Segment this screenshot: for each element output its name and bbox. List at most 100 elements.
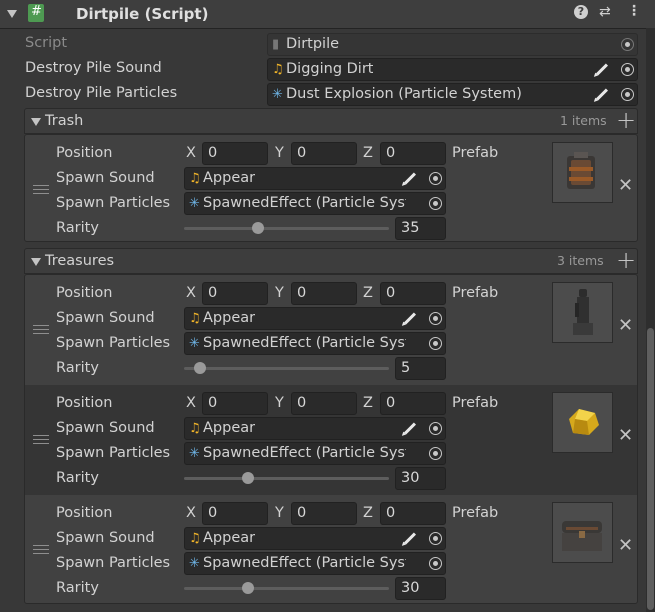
position-z-input[interactable]: 0 — [380, 282, 446, 305]
help-icon[interactable]: ? — [574, 5, 588, 19]
rarity-input[interactable]: 35 — [395, 217, 446, 240]
position-label: Position — [56, 395, 113, 411]
destroy-sound-field[interactable]: ♫ Digging Dirt — [267, 58, 638, 81]
position-y-input[interactable]: 0 — [291, 282, 357, 305]
object-picker-icon[interactable] — [429, 172, 442, 185]
object-picker-icon[interactable] — [429, 532, 442, 545]
spawn-particles-field[interactable]: ✳ SpawnedEffect (Particle System) — [184, 552, 446, 575]
object-picker-icon[interactable] — [429, 422, 442, 435]
position-y-input[interactable]: 0 — [291, 142, 357, 165]
position-x-input[interactable]: 0 — [202, 142, 268, 165]
foldout-arrow-icon[interactable] — [31, 118, 41, 126]
object-picker-icon[interactable] — [429, 447, 442, 460]
script-label: Script — [25, 35, 68, 51]
rarity-slider-thumb[interactable] — [241, 582, 254, 594]
spawn-particles-field[interactable]: ✳ SpawnedEffect (Particle System) — [184, 442, 446, 465]
object-picker-icon[interactable] — [429, 337, 442, 350]
x-label: X — [186, 505, 196, 521]
treasures-list-header[interactable]: Treasures — [24, 248, 638, 274]
position-y-input[interactable]: 0 — [291, 392, 357, 415]
rarity-input[interactable]: 5 — [395, 357, 446, 380]
rarity-slider-thumb[interactable] — [241, 472, 254, 484]
object-picker-icon[interactable] — [429, 557, 442, 570]
add-trash-button[interactable]: + — [616, 108, 636, 132]
spawn-particles-field[interactable]: ✳ SpawnedEffect (Particle System) — [184, 332, 446, 355]
spawn-particles-label: Spawn Particles — [56, 445, 171, 461]
component-title: Dirtpile (Script) — [76, 5, 209, 23]
spawn-particles-label: Spawn Particles — [56, 555, 171, 571]
spawn-sound-field[interactable]: ♫ Appear — [184, 167, 446, 190]
barrel-prefab-icon — [567, 152, 595, 189]
position-label: Position — [56, 505, 113, 521]
object-picker-icon[interactable] — [429, 197, 442, 210]
add-treasure-button[interactable]: + — [616, 248, 636, 272]
spawn-particles-label: Spawn Particles — [56, 335, 171, 351]
foldout-arrow-icon[interactable] — [31, 258, 41, 266]
rarity-input[interactable]: 30 — [395, 577, 446, 600]
rarity-slider-track[interactable] — [184, 587, 389, 590]
remove-element-button[interactable]: ✕ — [618, 537, 633, 555]
drag-handle-icon[interactable] — [33, 545, 49, 554]
spawn-sound-field[interactable]: ♫ Appear — [184, 307, 446, 330]
position-y-input[interactable]: 0 — [291, 502, 357, 525]
particle-system-icon: ✳ — [189, 556, 200, 571]
kebab-menu-icon[interactable]: ⋮ — [627, 3, 641, 19]
rarity-slider-track[interactable] — [184, 367, 389, 370]
edit-pencil-icon[interactable] — [595, 63, 609, 76]
trash-list-header[interactable]: Trash — [24, 108, 638, 134]
spawn-sound-field[interactable]: ♫ Appear — [184, 527, 446, 550]
foldout-arrow-icon[interactable] — [7, 10, 17, 18]
remove-element-button[interactable]: ✕ — [618, 177, 633, 195]
trash-list-title: Trash — [45, 113, 84, 129]
object-picker-icon[interactable] — [621, 88, 634, 101]
rarity-slider-thumb[interactable] — [251, 222, 264, 234]
prefab-preview[interactable] — [552, 502, 613, 563]
edit-pencil-icon[interactable] — [403, 172, 417, 185]
prefab-label: Prefab — [452, 145, 499, 161]
scrollbar-thumb[interactable] — [647, 328, 654, 610]
prefab-preview[interactable] — [552, 282, 613, 343]
object-picker-icon[interactable] — [429, 312, 442, 325]
drag-handle-icon[interactable] — [33, 325, 49, 334]
z-label: Z — [363, 145, 373, 161]
edit-pencil-icon[interactable] — [403, 532, 417, 545]
destroy-particles-value: Dust Explosion (Particle System) — [286, 86, 522, 102]
object-picker-icon[interactable] — [621, 63, 634, 76]
rarity-slider-track[interactable] — [184, 477, 389, 480]
x-label: X — [186, 285, 196, 301]
spawn-sound-field[interactable]: ♫ Appear — [184, 417, 446, 440]
position-x-input[interactable]: 0 — [202, 502, 268, 525]
spawn-particles-field[interactable]: ✳ SpawnedEffect (Particle System) — [184, 192, 446, 215]
position-z-input[interactable]: 0 — [380, 392, 446, 415]
position-z-input[interactable]: 0 — [380, 142, 446, 165]
spawn-sound-label: Spawn Sound — [56, 420, 155, 436]
prefab-preview[interactable] — [552, 392, 613, 453]
position-z-input[interactable]: 0 — [380, 502, 446, 525]
x-label: X — [186, 145, 196, 161]
edit-pencil-icon[interactable] — [595, 88, 609, 101]
particle-system-icon: ✳ — [189, 336, 200, 351]
y-label: Y — [275, 505, 284, 521]
trash-item-count: 1 items — [560, 113, 607, 128]
edit-pencil-icon[interactable] — [403, 422, 417, 435]
position-x-input[interactable]: 0 — [202, 392, 268, 415]
edit-pencil-icon[interactable] — [403, 312, 417, 325]
destroy-particles-field[interactable]: ✳ Dust Explosion (Particle System) — [267, 83, 638, 106]
component-header[interactable]: # Dirtpile (Script) ? ⇄ ⋮ — [0, 0, 655, 29]
prefab-preview[interactable] — [552, 142, 613, 203]
drag-handle-icon[interactable] — [33, 435, 49, 444]
inspector-scrollbar[interactable] — [646, 28, 655, 612]
position-x-input[interactable]: 0 — [202, 282, 268, 305]
rarity-slider-thumb[interactable] — [193, 362, 206, 374]
remove-element-button[interactable]: ✕ — [618, 317, 633, 335]
destroy-particles-label: Destroy Pile Particles — [25, 85, 178, 101]
gold-gem-prefab-icon — [569, 409, 599, 435]
remove-element-button[interactable]: ✕ — [618, 427, 633, 445]
treasures-list-title: Treasures — [45, 253, 115, 269]
presets-icon[interactable]: ⇄ — [599, 4, 611, 20]
rarity-input[interactable]: 30 — [395, 467, 446, 490]
rarity-slider-track[interactable] — [184, 227, 389, 230]
treasure-element: Position X 0 Y 0 Z 0 Prefab ✕ Spawn Soun… — [25, 275, 637, 385]
drag-handle-icon[interactable] — [33, 185, 49, 194]
treasures-item-count: 3 items — [557, 253, 604, 268]
